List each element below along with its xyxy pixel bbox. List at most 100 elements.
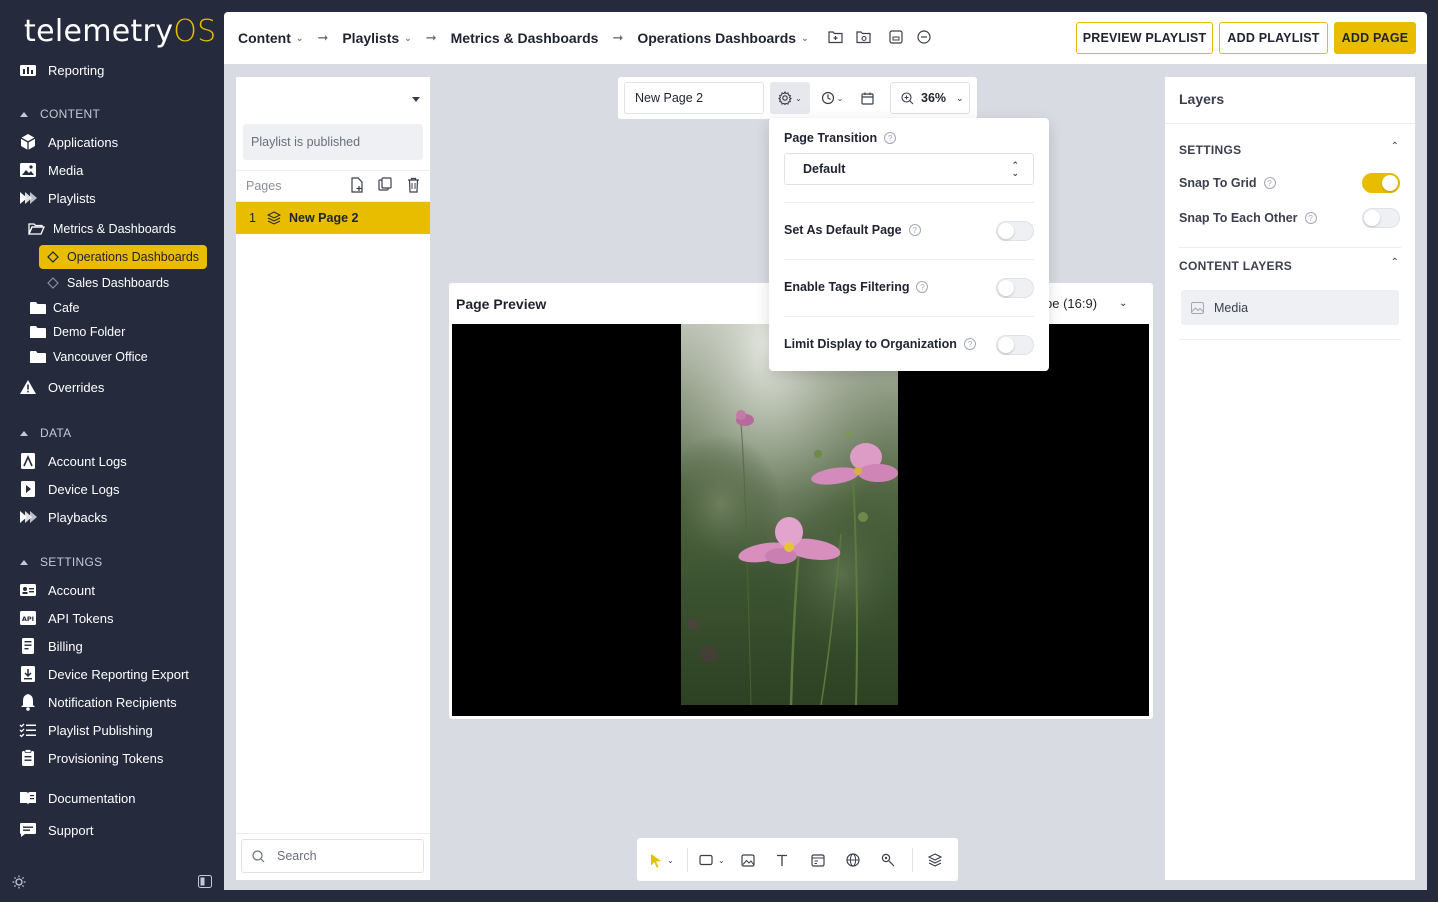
sidebar-item-applications[interactable]: Applications [18,131,118,153]
sidebar-item-documentation[interactable]: Documentation [18,787,135,809]
shape-tool-button[interactable]: ⌄ [699,851,725,869]
caret-down-icon[interactable] [412,97,420,102]
arrow-right-icon: ➞ [317,30,329,45]
applications-icon [18,133,38,151]
help-icon[interactable]: ? [908,224,921,236]
publish-status: Playlist is published [243,124,423,160]
new-folder-icon[interactable] [828,30,844,46]
page-list-item[interactable]: 1 New Page 2 [236,202,430,234]
chevron-down-icon: ⌄ [404,32,412,43]
snap-grid-toggle[interactable] [1362,173,1400,193]
help-icon[interactable]: ? [1304,212,1317,224]
schedule-button[interactable]: ⌄ [816,82,848,114]
settings-section-toggle[interactable]: SETTINGS [20,555,102,569]
save-icon[interactable] [889,30,905,46]
chevron-down-icon: ⌄ [836,93,844,103]
preview-screen[interactable] [452,324,1149,716]
sidebar-item-api-tokens[interactable]: API API Tokens [18,607,114,629]
web-tool-button[interactable] [846,851,860,869]
help-icon[interactable]: ? [1263,177,1276,189]
folder-vancouver-office[interactable]: Vancouver Office [30,350,148,364]
folder-sales-dashboards[interactable]: Sales Dashboards [47,276,169,290]
zoom-select[interactable]: 36% ⌄ [890,82,970,114]
sidebar-item-account-logs[interactable]: Account Logs [18,450,127,472]
add-page-button[interactable]: ADD PAGE [1334,22,1416,54]
help-icon[interactable]: ? [884,132,897,144]
media-image[interactable] [681,324,898,705]
playlist-diamond-icon [47,277,59,289]
text-tool-button[interactable] [776,851,788,869]
layer-item[interactable]: Media [1181,290,1399,325]
widget-tool-button[interactable] [881,851,895,869]
snap-each-toggle[interactable] [1362,208,1400,228]
preview-title: Page Preview [456,296,547,312]
chevron-down-icon: ⌄ [795,93,802,103]
minus-circle-icon[interactable] [917,30,933,46]
move-folder-icon[interactable] [856,30,872,46]
limit-org-label: Limit Display to Organization? [784,337,976,351]
aspect-ratio-select[interactable]: pe (16:9) ⌄ [1045,296,1127,311]
folder-operations-dashboards[interactable]: Operations Dashboards [39,245,208,269]
data-section-toggle[interactable]: DATA [20,426,71,440]
search-icon [252,849,265,863]
collapse-sidebar-icon[interactable] [198,875,212,893]
sidebar: telemetryOS Reporting CONTENT Applicatio… [0,0,224,902]
sidebar-item-media[interactable]: Media [18,159,83,181]
app-tool-button[interactable] [811,851,825,869]
chevron-down-icon: ⌄ [1119,298,1128,309]
sidebar-item-reporting[interactable]: Reporting [18,59,104,81]
duplicate-icon[interactable] [378,177,392,193]
set-default-toggle[interactable] [996,221,1034,241]
breadcrumb-operations-dashboards[interactable]: Operations Dashboards ⌄ [637,30,808,46]
tags-filter-toggle[interactable] [996,278,1034,298]
search-input[interactable]: Search [241,839,424,873]
device-logs-icon [18,480,38,498]
help-icon[interactable]: ? [963,338,976,350]
sidebar-item-notification-recipients[interactable]: Notification Recipients [18,691,177,713]
folder-demo-folder[interactable]: Demo Folder [30,325,125,339]
brand-logo[interactable]: telemetryOS [24,14,217,49]
page-transition-label: Page Transition? [784,131,897,145]
arrow-right-icon: ➞ [612,30,624,45]
select-tool-button[interactable]: ⌄ [650,851,674,869]
sidebar-item-playlists[interactable]: Playlists [18,187,96,209]
tags-filter-label: Enable Tags Filtering? [784,280,929,294]
page-transition-select[interactable]: Default ⌃ ⌄ [784,153,1034,185]
sidebar-item-account[interactable]: Account [18,579,95,601]
calendar-button[interactable] [854,82,880,114]
content-section-toggle[interactable]: CONTENT [20,107,100,121]
sidebar-item-support[interactable]: Support [18,819,94,841]
sidebar-item-overrides[interactable]: Overrides [18,376,104,398]
folder-metrics-dashboards[interactable]: Metrics & Dashboards [28,222,176,236]
sidebar-item-provisioning-tokens[interactable]: Provisioning Tokens [18,747,163,769]
page-settings-button[interactable]: ⌄ [770,82,810,114]
sidebar-item-device-logs[interactable]: Device Logs [18,478,120,500]
trash-icon[interactable] [407,177,421,193]
limit-org-toggle[interactable] [996,335,1034,355]
image-icon [1191,301,1204,314]
sidebar-item-playbacks[interactable]: Playbacks [18,506,107,528]
page-name-input[interactable]: New Page 2 [624,82,764,114]
warning-icon [18,378,38,396]
sidebar-item-billing[interactable]: Billing [18,635,83,657]
account-card-icon [18,581,38,599]
breadcrumb-metrics-dashboards[interactable]: Metrics & Dashboards [451,30,599,46]
breadcrumb-playlists[interactable]: Playlists ⌄ [342,30,411,46]
folder-open-icon [28,222,45,236]
theme-toggle-icon[interactable] [12,875,26,894]
header-bar: Content ⌄ ➞ Playlists ⌄ ➞ Metrics & Dashbo… [224,12,1427,64]
breadcrumb-content[interactable]: Content ⌄ [238,30,303,46]
folder-cafe[interactable]: Cafe [30,301,79,315]
chevron-up-icon[interactable]: ⌃ [1391,257,1399,268]
chevron-up-icon[interactable]: ⌃ [1391,141,1399,152]
add-page-icon[interactable] [350,177,364,193]
sidebar-item-playlist-publishing[interactable]: Playlist Publishing [18,719,153,741]
page-settings-popup: Page Transition? Default ⌃ ⌄ Set As Defaul… [769,118,1049,371]
layers-icon [928,853,942,867]
add-playlist-button[interactable]: ADD PLAYLIST [1219,22,1328,54]
preview-playlist-button[interactable]: PREVIEW PLAYLIST [1076,22,1213,54]
help-icon[interactable]: ? [916,281,929,293]
sidebar-item-device-reporting-export[interactable]: Device Reporting Export [18,663,189,685]
image-tool-button[interactable] [741,851,755,869]
layers-tool-button[interactable] [928,851,942,869]
